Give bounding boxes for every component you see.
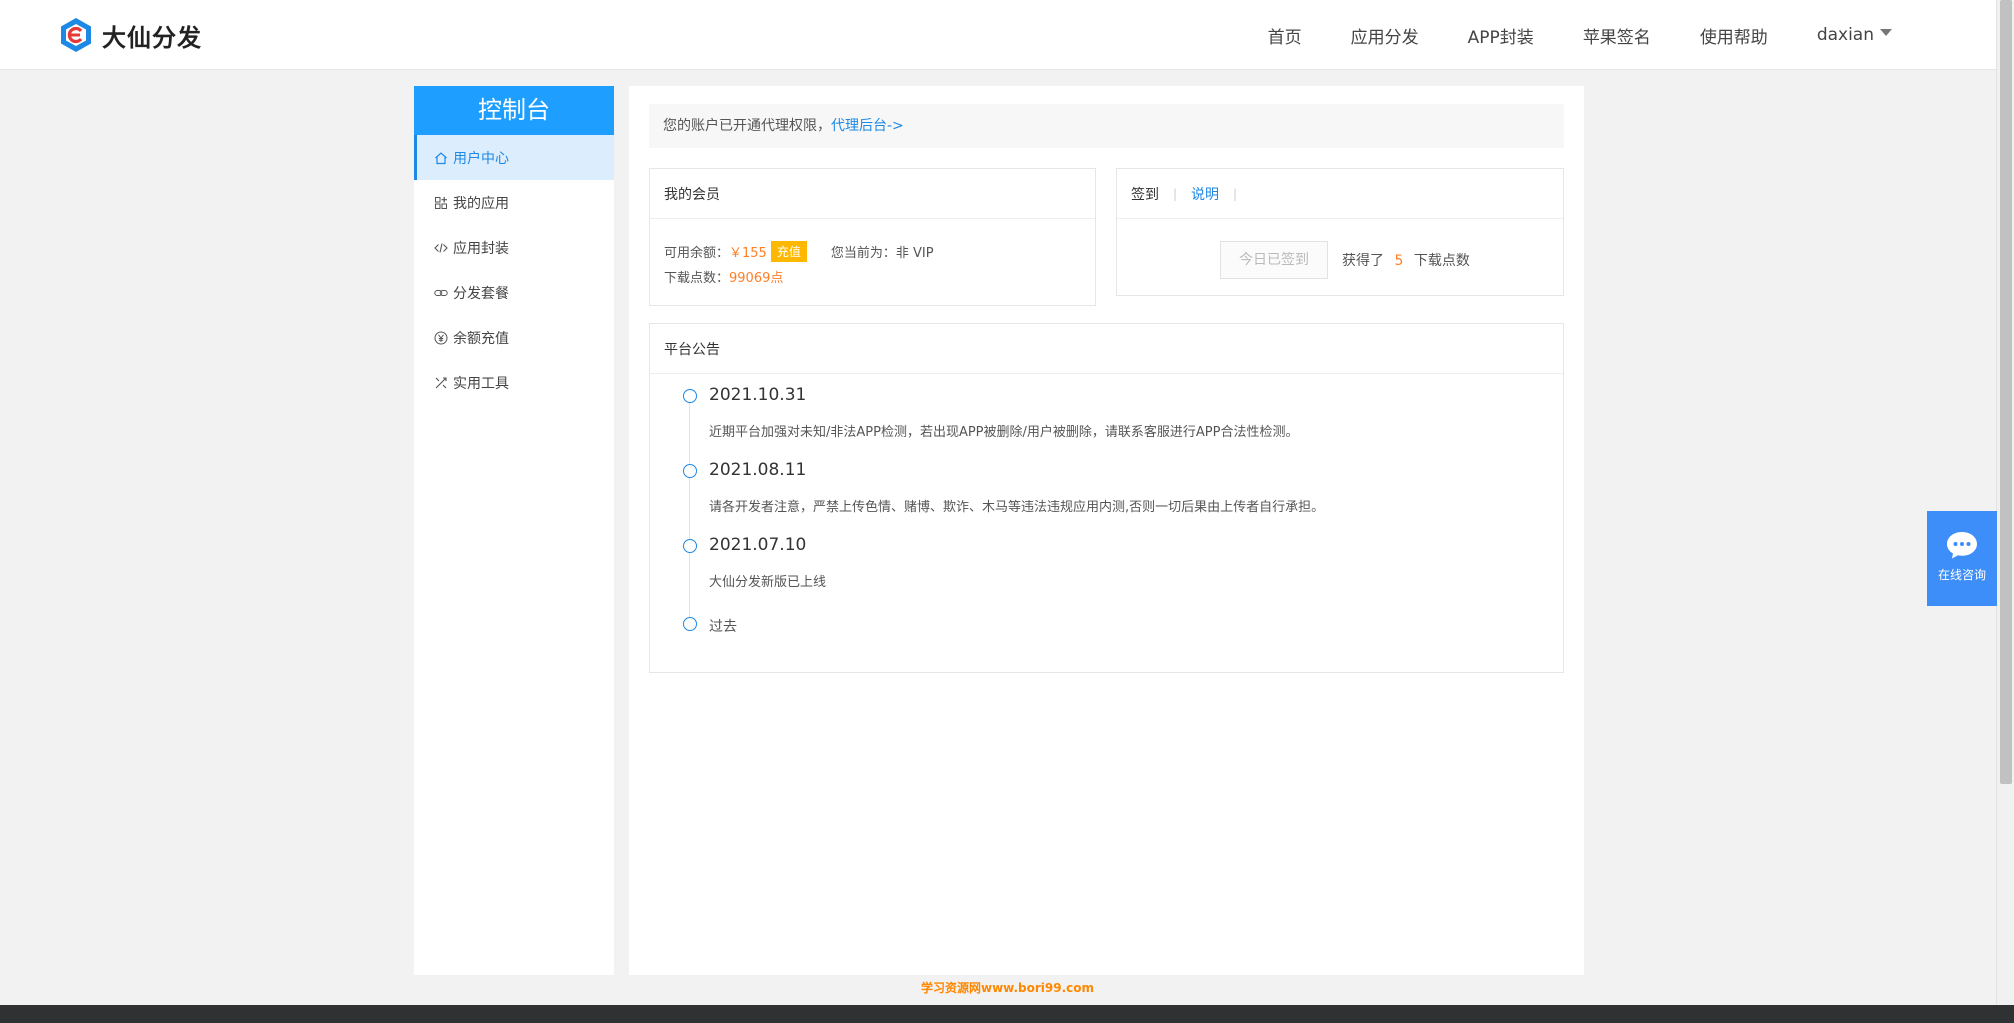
chevron-down-icon [1880, 28, 1892, 36]
timeline-date: 2021.08.11 [709, 460, 807, 480]
signin-card: 签到 | 说明 | 今日已签到 获得了 5 下载点数 [1116, 168, 1564, 296]
recharge-button[interactable]: 充值 [770, 241, 807, 262]
vip-status: 您当前为：非 VIP [830, 246, 934, 261]
sidebar-item-label: 用户中心 [453, 150, 509, 167]
balance-row: 可用余额： ￥155 充值 您当前为：非 VIP [664, 241, 934, 262]
sidebar-item-packages[interactable]: 分发套餐 [414, 270, 614, 315]
nav-app-distribution[interactable]: 应用分发 [1351, 23, 1419, 48]
brand-name: 大仙分发 [102, 23, 202, 52]
earned-suffix: 下载点数 [1413, 253, 1470, 269]
explain-tab[interactable]: 说明 [1191, 184, 1219, 204]
balance-label: 可用余额： [664, 246, 730, 261]
sidebar-title: 控制台 [414, 86, 614, 135]
notice-text: 您的账户已开通代理权限， [663, 118, 831, 134]
sidebar-item-label: 我的应用 [453, 195, 509, 212]
tab-divider: | [1173, 186, 1178, 201]
announcement-card: 平台公告 2021.10.31 近期平台加强对未知/非法APP检测，若出现APP… [649, 323, 1564, 673]
nav-help[interactable]: 使用帮助 [1700, 23, 1768, 48]
user-menu[interactable]: daxian [1817, 25, 1892, 45]
nav-app-packaging[interactable]: APP封装 [1468, 23, 1534, 48]
sidebar-item-app-packaging[interactable]: 应用封装 [414, 225, 614, 270]
tools-icon [434, 376, 448, 390]
link-icon [434, 286, 448, 300]
page-scrollbar[interactable] [1996, 0, 2014, 1005]
timeline-dot [683, 617, 697, 631]
agent-backend-link[interactable]: 代理后台-> [831, 118, 904, 134]
timeline-line [689, 396, 690, 624]
signin-card-head: 签到 | 说明 | [1117, 169, 1563, 219]
timeline-past: 过去 [709, 619, 737, 635]
apps-icon [434, 196, 448, 210]
main-panel: 您的账户已开通代理权限，代理后台-> 我的会员 可用余额： ￥155 充值 您当… [629, 86, 1584, 975]
home-icon [434, 151, 448, 165]
user-name: daxian [1816, 25, 1874, 45]
main-nav: 首页 应用分发 APP封装 苹果签名 使用帮助 daxian [1219, 0, 1892, 70]
sidebar-item-recharge[interactable]: 余额充值 [414, 315, 614, 360]
announcement-title: 平台公告 [650, 324, 1563, 374]
code-icon [434, 241, 448, 255]
signed-today-button[interactable]: 今日已签到 [1220, 241, 1328, 279]
points-value: 99069点 [729, 271, 784, 286]
signin-tab[interactable]: 签到 [1131, 184, 1159, 204]
tab-divider: | [1233, 186, 1238, 201]
watermark: 学习资源网www.bori99.com [921, 981, 1095, 995]
scrollbar-thumb[interactable] [2000, 0, 2012, 784]
sidebar-item-label: 分发套餐 [453, 285, 509, 302]
page-footer [0, 1005, 2014, 1023]
timeline-text: 请各开发者注意，严禁上传色情、赌博、欺诈、木马等违法违规应用内测,否则一切后果由… [709, 500, 1325, 515]
online-consult-button[interactable]: 在线咨询 [1927, 511, 1997, 606]
chat-bubble-icon [1947, 532, 1977, 559]
points-label: 下载点数： [664, 271, 730, 286]
top-header: 大仙分发 首页 应用分发 APP封装 苹果签名 使用帮助 daxian [0, 0, 1996, 70]
agent-notice: 您的账户已开通代理权限，代理后台-> [649, 104, 1564, 148]
yen-icon [434, 331, 448, 345]
sidebar-item-label: 余额充值 [453, 330, 509, 347]
timeline-dot [683, 389, 697, 403]
timeline-date: 2021.07.10 [709, 535, 807, 555]
member-card-title: 我的会员 [650, 169, 1095, 219]
earned-prefix: 获得了 [1342, 253, 1384, 269]
timeline-text: 近期平台加强对未知/非法APP检测，若出现APP被删除/用户被删除，请联系客服进… [709, 425, 1299, 440]
member-card: 我的会员 可用余额： ￥155 充值 您当前为：非 VIP 下载点数： 9906… [649, 168, 1096, 306]
sidebar-item-tools[interactable]: 实用工具 [414, 360, 614, 405]
chat-label: 在线咨询 [1937, 568, 1986, 582]
sidebar-item-label: 应用封装 [453, 240, 509, 257]
sidebar-item-label: 实用工具 [453, 375, 509, 392]
nav-home[interactable]: 首页 [1268, 23, 1302, 48]
timeline-dot [683, 464, 697, 478]
earned-value: 5 [1394, 253, 1404, 269]
sidebar-item-my-apps[interactable]: 我的应用 [414, 180, 614, 225]
points-row: 下载点数： 99069点 [664, 267, 783, 286]
brand-logo[interactable]: 大仙分发 [60, 17, 202, 53]
timeline-text: 大仙分发新版已上线 [709, 575, 827, 590]
nav-apple-signing[interactable]: 苹果签名 [1583, 23, 1651, 48]
sidebar: 控制台 用户中心 我的应用 应用封装 分发套餐 余额充值 实用工具 [414, 86, 614, 975]
timeline-dot [683, 539, 697, 553]
earned-points-text: 获得了 5 下载点数 [1342, 250, 1470, 270]
balance-value: ￥155 [729, 246, 767, 261]
sidebar-item-user-center[interactable]: 用户中心 [414, 135, 614, 180]
timeline-date: 2021.10.31 [709, 385, 807, 405]
logo-icon [61, 18, 91, 52]
